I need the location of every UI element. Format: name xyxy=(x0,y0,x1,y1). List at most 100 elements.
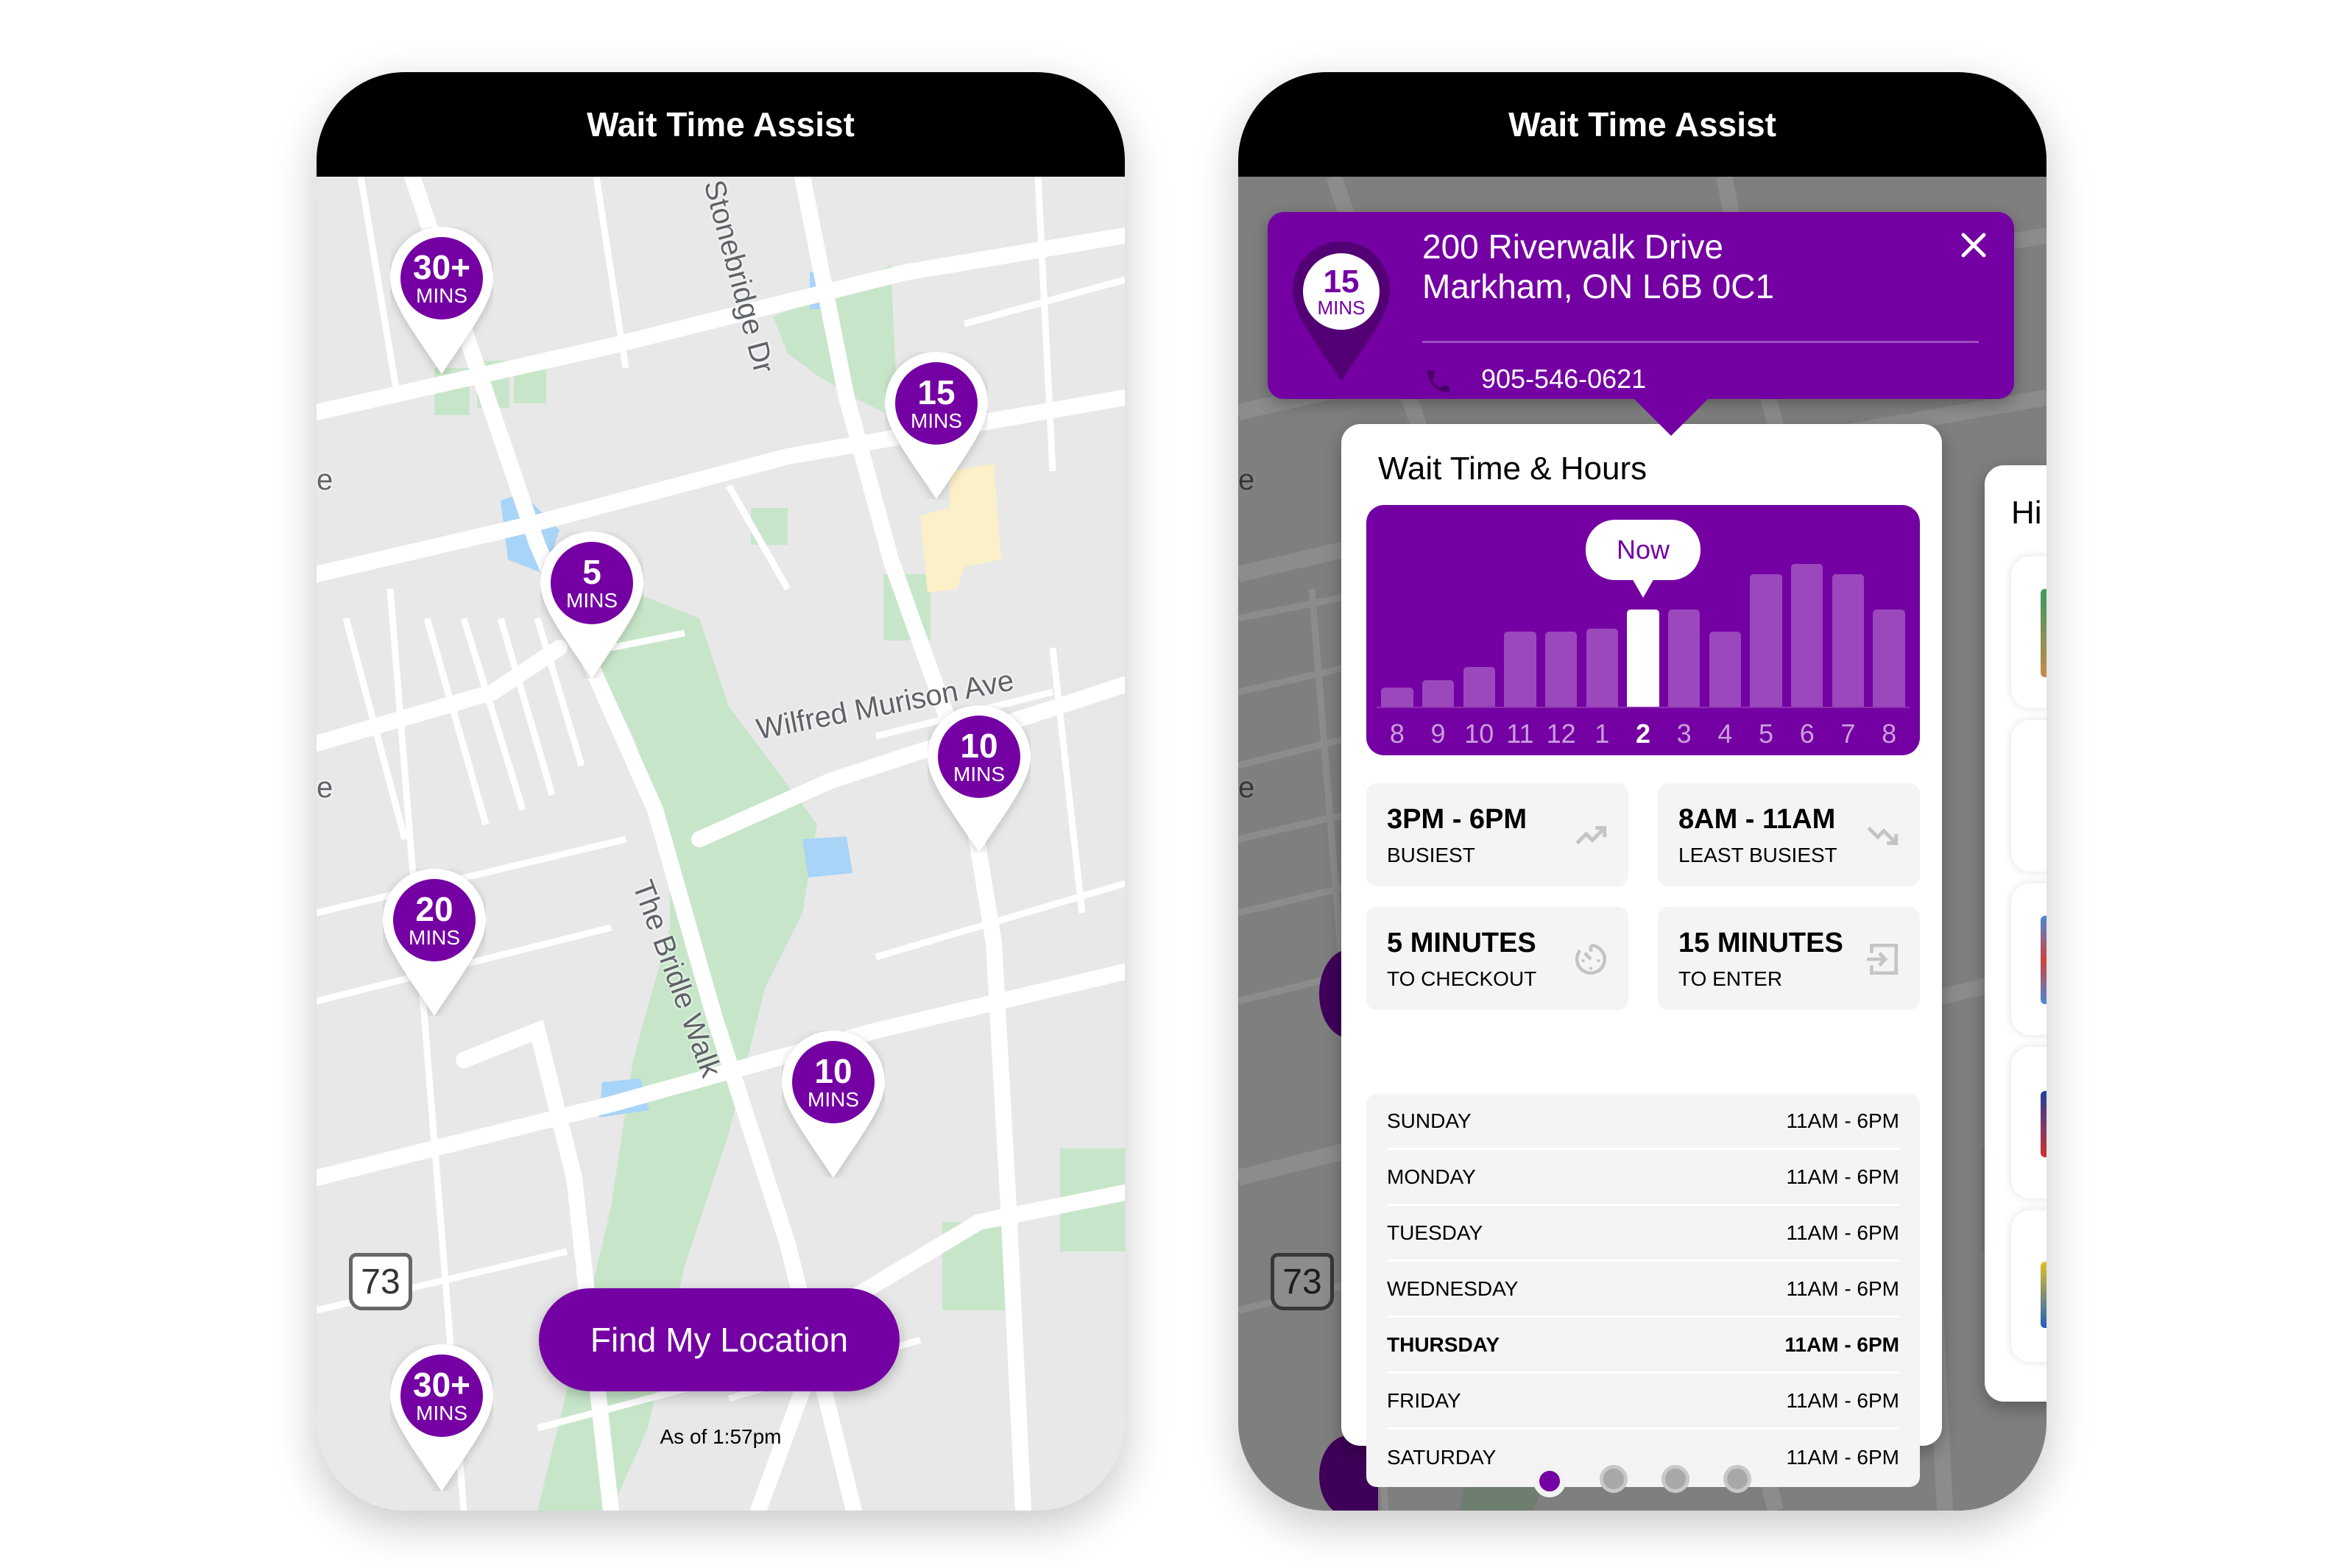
product-thumbnail xyxy=(2041,916,2046,1004)
pin-value: 10 xyxy=(814,1052,852,1090)
day-label: TUESDAY xyxy=(1387,1221,1483,1244)
pin-value: 30+ xyxy=(412,248,471,286)
chart-bar[interactable] xyxy=(1709,632,1742,707)
wait-pin[interactable]: 10 MINS xyxy=(782,1031,885,1178)
wait-pin[interactable]: 30+ MINS xyxy=(390,227,493,374)
chart-bar[interactable] xyxy=(1381,688,1413,707)
next-card-peek[interactable]: Hi xyxy=(1985,465,2046,1402)
chart-bar[interactable] xyxy=(1504,632,1536,707)
product-item[interactable] xyxy=(2011,883,2046,1035)
chart-bar[interactable] xyxy=(1791,564,1823,707)
tile-label: LEAST BUSIEST xyxy=(1678,844,1837,866)
pin-unit: MINS xyxy=(808,1088,859,1111)
pin-unit: MINS xyxy=(409,926,460,949)
side-card-title: Hi xyxy=(2011,495,2042,531)
tile-label: TO CHECKOUT xyxy=(1387,967,1537,990)
pin-value: 5 xyxy=(582,553,601,591)
chart-bar[interactable] xyxy=(1586,629,1619,707)
store-hours-list: SUNDAY 11AM - 6PM MONDAY 11AM - 6PM TUESDA… xyxy=(1366,1094,1920,1487)
chart-tick-label: 6 xyxy=(1799,718,1815,749)
hours-value: 11AM - 6PM xyxy=(1786,1276,1899,1300)
pager-dot[interactable] xyxy=(1723,1465,1751,1493)
chart-tick-label: 12 xyxy=(1546,718,1576,749)
trending-up-icon xyxy=(1575,826,1607,845)
product-thumbnail xyxy=(2041,589,2046,677)
tile-value: 5 MINUTES xyxy=(1387,928,1536,958)
product-item[interactable] xyxy=(2011,1210,2046,1362)
store-wait-pin: 15 MINS xyxy=(1293,241,1393,381)
divider xyxy=(1422,341,1979,343)
chart-tick-label: 1 xyxy=(1595,718,1610,749)
timer-icon xyxy=(1575,943,1606,975)
product-thumbnail xyxy=(2041,1091,2046,1157)
hours-row-wednesday: WEDNESDAY 11AM - 6PM xyxy=(1387,1262,1899,1318)
wait-time-chart: Now 8 9 10 11 12 1 2 3 4 5 6 7 8 xyxy=(1366,505,1920,755)
day-label: WEDNESDAY xyxy=(1387,1276,1519,1300)
wait-pin[interactable]: 5 MINS xyxy=(540,532,643,679)
carousel-pager xyxy=(1238,1465,2046,1497)
pin-unit: MINS xyxy=(911,409,962,432)
wait-pin[interactable]: 30+ MINS xyxy=(390,1344,493,1491)
chart-bar[interactable] xyxy=(1667,610,1701,707)
last-updated-text: As of 1:57pm xyxy=(660,1425,782,1448)
wait-time-hours-card: Wait Time & Hours Now 8 9 10 11 12 1 2 3 4 5 6 7 8 3… xyxy=(1341,424,1942,1487)
chart-bar[interactable] xyxy=(1873,610,1905,707)
hours-value: 11AM - 6PM xyxy=(1786,1109,1899,1132)
now-indicator: Now xyxy=(1586,520,1701,598)
trending-down-icon xyxy=(1867,826,1899,845)
chart-bar[interactable] xyxy=(1750,574,1782,707)
phone-icon xyxy=(1427,370,1449,392)
pager-dot[interactable] xyxy=(1600,1465,1628,1493)
chart-tick-label: 4 xyxy=(1717,718,1733,749)
pin-unit: MINS xyxy=(416,284,467,307)
product-item[interactable] xyxy=(2011,720,2046,872)
product-thumbnail xyxy=(2041,1262,2046,1328)
hours-value: 11AM - 6PM xyxy=(1786,1165,1899,1188)
find-my-location-button[interactable]: Find My Location xyxy=(539,1288,900,1391)
chart-bar-current[interactable] xyxy=(1627,610,1659,707)
chart-baseline xyxy=(1377,707,1910,708)
app-header: Wait Time Assist xyxy=(1238,72,2046,177)
address-line-1: 200 Riverwalk Drive xyxy=(1422,227,1724,266)
hours-row-monday: MONDAY 11AM - 6PM xyxy=(1387,1150,1899,1206)
hours-value: 11AM - 6PM xyxy=(1786,1221,1899,1244)
chart-bar[interactable] xyxy=(1544,632,1578,707)
hours-row-thursday: THURSDAY 11AM - 6PM xyxy=(1387,1318,1899,1374)
day-label: SUNDAY xyxy=(1387,1109,1472,1132)
chart-bar[interactable] xyxy=(1832,574,1865,707)
pin-unit: MINS xyxy=(1317,297,1366,319)
wait-pin[interactable]: 10 MINS xyxy=(928,705,1031,852)
route-shield: 73 xyxy=(349,1253,412,1310)
pager-dot[interactable] xyxy=(1661,1465,1689,1493)
close-icon xyxy=(1961,233,1986,258)
pager-dot[interactable] xyxy=(1533,1465,1566,1497)
stat-tile-checkout: 5 MINUTES TO CHECKOUT xyxy=(1366,907,1628,1010)
day-label: THURSDAY xyxy=(1387,1332,1500,1356)
chart-tick-label: 8 xyxy=(1389,718,1405,749)
enter-icon xyxy=(1867,943,1899,975)
app-header: Wait Time Assist xyxy=(317,72,1125,177)
day-label: MONDAY xyxy=(1387,1165,1476,1188)
chart-tick-label: 10 xyxy=(1464,718,1494,749)
app-title: Wait Time Assist xyxy=(1508,105,1776,144)
chart-tick-label: 9 xyxy=(1430,718,1446,749)
product-item[interactable] xyxy=(2011,1047,2046,1198)
pin-unit: MINS xyxy=(416,1402,467,1424)
chart-tick-label: 11 xyxy=(1506,718,1534,749)
hours-row-friday: FRIDAY 11AM - 6PM xyxy=(1387,1374,1899,1430)
wait-pin[interactable]: 15 MINS xyxy=(885,352,988,499)
street-label-edge: e xyxy=(317,464,333,496)
tile-value: 15 MINUTES xyxy=(1678,928,1843,958)
pin-value: 20 xyxy=(415,890,453,928)
chart-tick-label: 5 xyxy=(1759,718,1774,749)
chart-bar[interactable] xyxy=(1463,667,1495,707)
chart-tick-label: 3 xyxy=(1676,718,1692,749)
hours-row-sunday: SUNDAY 11AM - 6PM xyxy=(1387,1094,1899,1150)
street-label-edge: e xyxy=(317,771,333,804)
chart-bar[interactable] xyxy=(1422,680,1455,707)
callout-tail xyxy=(1634,399,1708,436)
store-phone-link[interactable]: 905-546-0621 xyxy=(1481,364,1646,395)
wait-pin[interactable]: 20 MINS xyxy=(383,869,486,1016)
close-button[interactable] xyxy=(1955,227,1992,264)
product-item[interactable] xyxy=(2011,557,2046,708)
